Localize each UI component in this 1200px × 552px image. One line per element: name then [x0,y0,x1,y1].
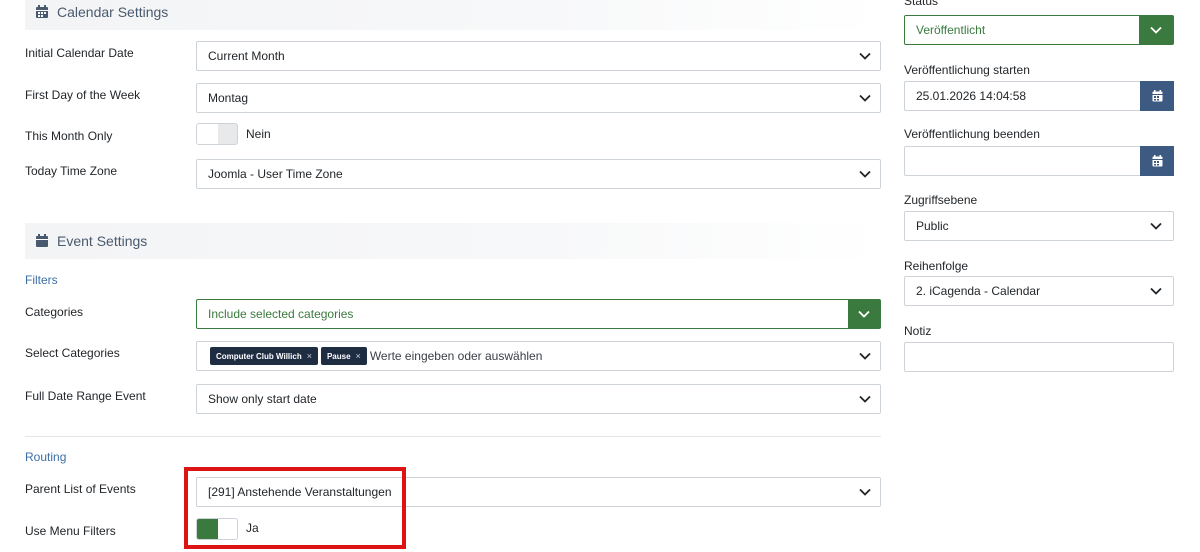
filters-heading: Filters [25,273,58,287]
select-value: 2. iCagenda - Calendar [916,284,1041,298]
publish-up-value[interactable]: 25.01.2026 14:04:58 [905,89,1140,103]
highlight-box [184,467,406,549]
select-value: Include selected categories [208,307,354,321]
status-select[interactable]: Veröffentlicht [904,15,1174,45]
routing-heading: Routing [25,450,67,464]
select-value: Current Month [208,49,285,63]
first-day-select[interactable]: Montag [196,83,881,113]
select-value: Public [916,219,949,233]
ordering-label: Reihenfolge [904,259,969,273]
access-select[interactable]: Public [904,211,1174,241]
access-label: Zugriffsebene [904,193,978,207]
status-label: Status [904,0,939,8]
publish-up-label: Veröffentlichung starten [904,63,1030,77]
ordering-select[interactable]: 2. iCagenda - Calendar [904,276,1174,306]
chevron-down-icon [850,385,880,413]
chevron-down-icon [1139,212,1173,240]
section-title: Calendar Settings [57,4,169,20]
time-zone-select[interactable]: Joomla - User Time Zone [196,159,881,189]
section-divider [25,436,881,437]
select-categories-field[interactable]: Computer Club Willich × Pause × Werte eing… [196,341,881,371]
chevron-down-icon [850,160,880,188]
publish-down-label: Veröffentlichung beenden [904,127,1040,141]
tag-remove-icon[interactable]: × [307,351,312,361]
tag-label: Pause [326,351,351,361]
select-categories-label: Select Categories [25,346,120,360]
publish-up-field[interactable]: 25.01.2026 14:04:58 [904,81,1174,111]
chevron-down-icon [850,478,880,506]
calendar-button[interactable] [1140,146,1174,176]
chevron-down-icon [850,342,880,370]
chevron-down-icon [850,42,880,70]
initial-date-label: Initial Calendar Date [25,46,134,60]
initial-date-select[interactable]: Current Month [196,41,881,71]
select-value: Veröffentlicht [916,23,986,37]
this-month-only-value: Nein [246,127,271,141]
section-title: Event Settings [57,233,148,249]
first-day-label: First Day of the Week [25,88,141,102]
chevron-down-icon [1139,16,1173,44]
categories-select[interactable]: Include selected categories [196,299,881,329]
this-month-only-label: This Month Only [25,129,113,143]
categories-label: Categories [25,305,84,319]
tag-label: Computer Club Willich [216,351,302,361]
select-value: Show only start date [208,392,317,406]
chevron-down-icon [850,84,880,112]
chevron-down-icon [1139,277,1173,305]
calendar-button[interactable] [1140,81,1174,111]
event-settings-header: Event Settings [25,223,881,259]
publish-down-field[interactable] [904,146,1174,176]
note-label: Notiz [904,324,932,338]
time-zone-label: Today Time Zone [25,164,118,178]
select-value: Joomla - User Time Zone [208,167,343,181]
this-month-only-toggle[interactable] [196,123,238,145]
select-value: Montag [208,91,249,105]
calendar-icon [1152,90,1162,102]
category-tag[interactable]: Computer Club Willich × [210,347,318,365]
category-tag[interactable]: Pause × [320,347,367,365]
tag-remove-icon[interactable]: × [356,351,361,361]
toggle-knob [197,124,218,144]
calendar-settings-header: Calendar Settings [25,0,881,30]
note-field[interactable] [904,342,1174,372]
calendar-icon [35,234,49,248]
full-date-range-select[interactable]: Show only start date [196,384,881,414]
parent-list-label: Parent List of Events [25,482,136,496]
use-menu-filters-label: Use Menu Filters [25,524,116,538]
chevron-down-icon [848,300,880,328]
full-date-range-label: Full Date Range Event [25,389,146,403]
search-input-placeholder[interactable]: Werte eingeben oder auswählen [370,349,543,363]
calendar-icon [1152,155,1162,167]
calendar-icon [35,5,49,19]
tag-list: Computer Club Willich × Pause × Werte eing… [197,347,850,365]
